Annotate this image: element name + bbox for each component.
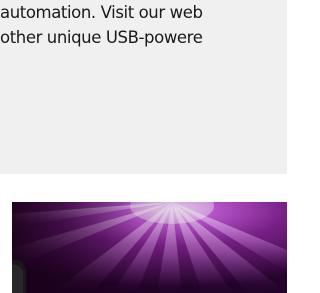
paragraph-line-1: automation. Visit our web	[0, 3, 203, 22]
article-paragraph: automation. Visit our web other unique U…	[0, 0, 287, 50]
product-image[interactable]	[12, 202, 287, 293]
content-divider-space	[0, 174, 287, 202]
device-highlight	[12, 264, 23, 293]
article-text-section: automation. Visit our web other unique U…	[0, 0, 287, 174]
page: automation. Visit our web other unique U…	[0, 0, 287, 293]
image-shadow	[12, 202, 287, 293]
paragraph-line-2: other unique USB-powere	[0, 28, 203, 47]
purple-light-burst-image	[12, 202, 287, 293]
